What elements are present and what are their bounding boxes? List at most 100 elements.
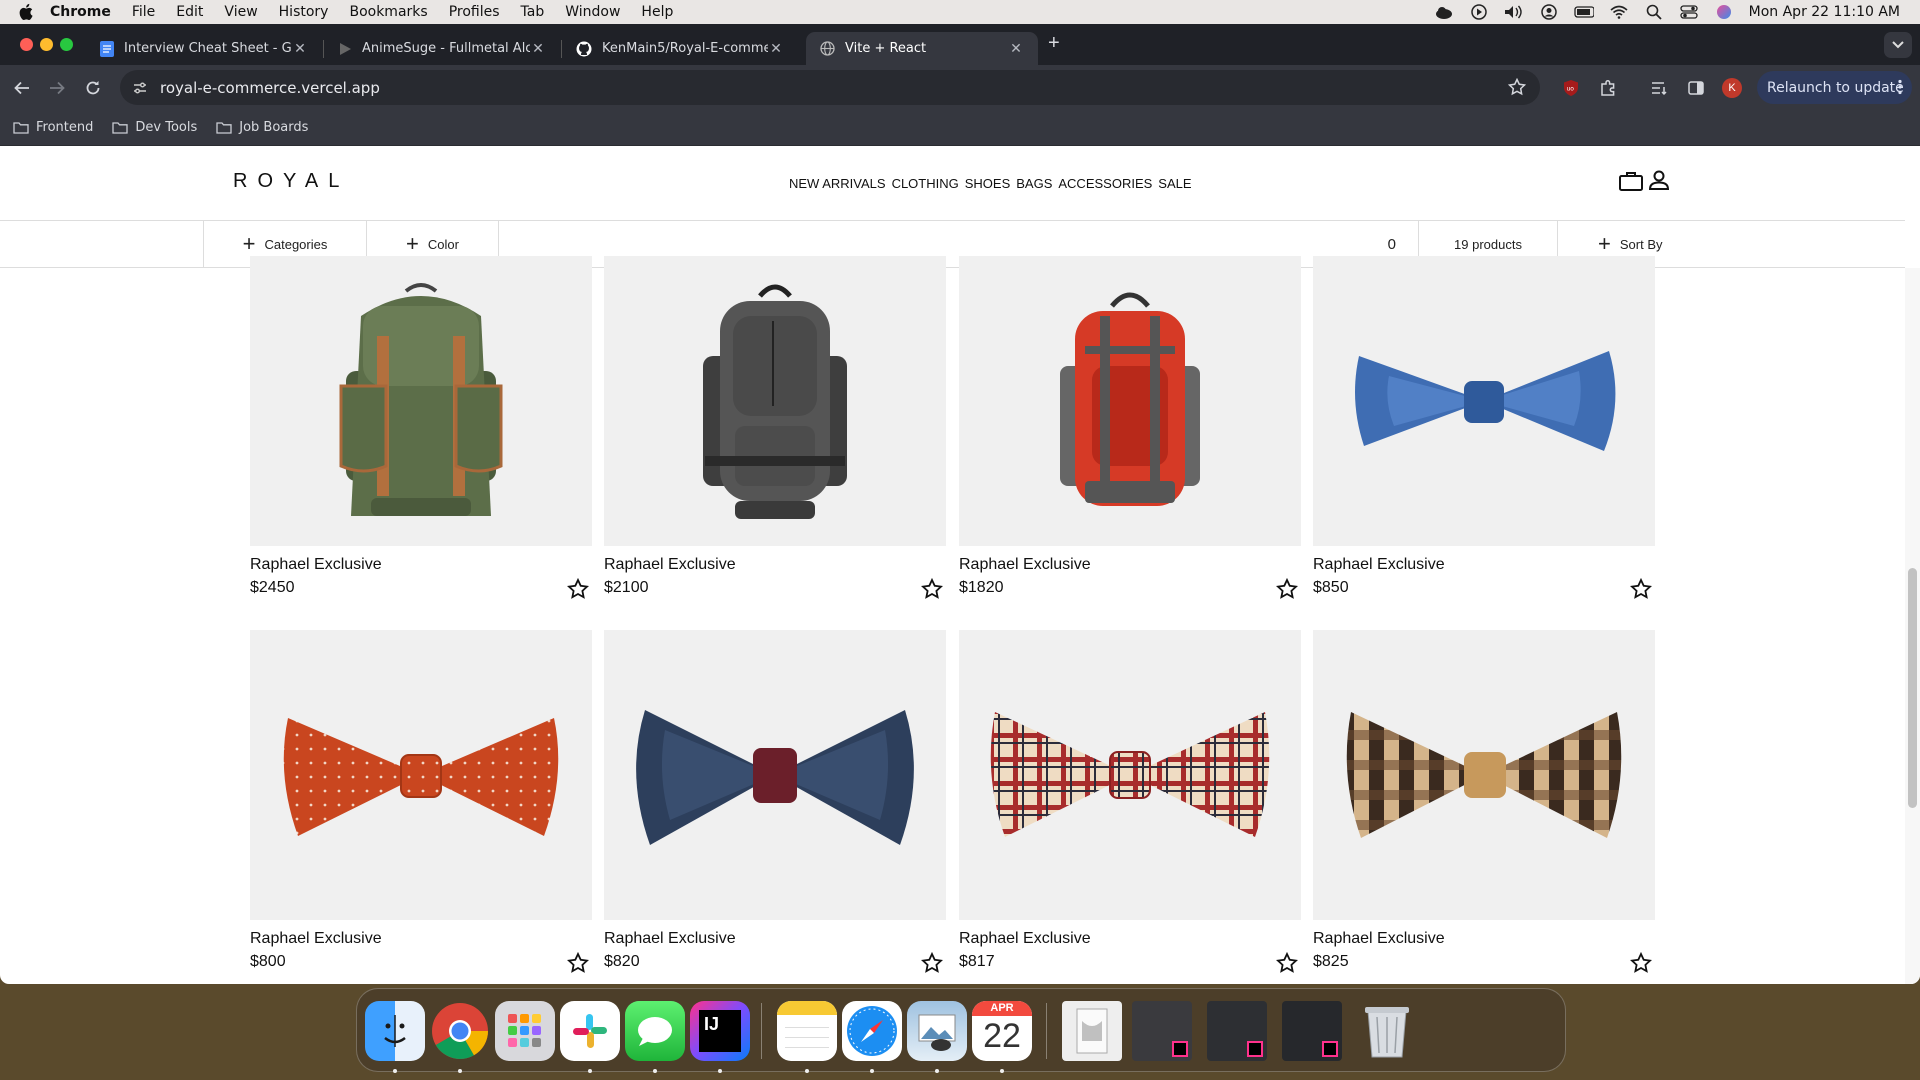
downloads-stack-icon[interactable]	[1062, 1001, 1122, 1061]
menu-window[interactable]: Window	[565, 4, 620, 20]
reload-icon[interactable]	[81, 76, 105, 100]
spotlight-search-icon[interactable]	[1644, 4, 1664, 20]
slack-icon[interactable]	[560, 1001, 620, 1061]
nav-bags[interactable]: BAGS	[1016, 176, 1052, 191]
window-minimize-button[interactable]	[40, 38, 53, 51]
volume-icon[interactable]	[1504, 4, 1524, 20]
favorite-star-icon[interactable]	[1629, 577, 1653, 600]
browser-tab-animesuge[interactable]: AnimeSuge - Fullmetal Alche ✕	[324, 32, 560, 65]
messages-icon[interactable]	[625, 1001, 685, 1061]
menu-app-name[interactable]: Chrome	[50, 4, 111, 20]
apple-logo-icon[interactable]	[18, 3, 40, 21]
siri-icon[interactable]	[1714, 4, 1734, 20]
product-image-red-backpack[interactable]	[959, 256, 1301, 546]
shopping-bag-icon[interactable]	[1618, 168, 1644, 194]
cloud-status-icon[interactable]	[1434, 4, 1454, 20]
product-image-orange-dotted-bowtie[interactable]	[250, 630, 592, 920]
calendar-icon[interactable]: APR 22	[972, 1001, 1032, 1061]
product-card[interactable]: Raphael Exclusive $825	[1313, 630, 1655, 973]
minimized-window-thumbnail[interactable]	[1132, 1001, 1192, 1061]
favorite-star-icon[interactable]	[1629, 951, 1653, 974]
media-play-icon[interactable]	[1469, 4, 1489, 20]
menu-profiles[interactable]: Profiles	[449, 4, 500, 20]
product-image-green-backpack[interactable]	[250, 256, 592, 546]
menu-history[interactable]: History	[279, 4, 329, 20]
user-account-icon[interactable]	[1647, 168, 1673, 194]
battery-icon[interactable]	[1573, 4, 1594, 20]
profile-avatar[interactable]: K	[1720, 76, 1744, 100]
tab-close-icon[interactable]: ✕	[292, 41, 308, 57]
tab-search-chevron-icon[interactable]	[1884, 32, 1912, 58]
nav-new-arrivals[interactable]: NEW ARRIVALS	[789, 176, 886, 191]
menu-file[interactable]: File	[132, 4, 155, 20]
menu-tab[interactable]: Tab	[521, 4, 545, 20]
notes-icon[interactable]	[777, 1001, 837, 1061]
product-name[interactable]: Raphael Exclusive	[604, 930, 736, 948]
window-close-button[interactable]	[20, 38, 33, 51]
tab-close-icon[interactable]: ✕	[768, 41, 784, 57]
nav-accessories[interactable]: ACCESSORIES	[1058, 176, 1152, 191]
launchpad-icon[interactable]	[495, 1001, 555, 1061]
back-arrow-icon[interactable]	[10, 76, 34, 100]
favorite-star-icon[interactable]	[920, 951, 944, 974]
scrollbar-thumb[interactable]	[1908, 568, 1917, 808]
product-image-gray-backpack[interactable]	[604, 256, 946, 546]
wifi-icon[interactable]	[1609, 4, 1629, 20]
product-name[interactable]: Raphael Exclusive	[959, 930, 1091, 948]
favorite-star-icon[interactable]	[566, 951, 590, 974]
browser-tab-vite-react[interactable]: Vite + React ✕	[806, 32, 1038, 65]
chrome-icon[interactable]	[430, 1001, 490, 1061]
product-name[interactable]: Raphael Exclusive	[959, 556, 1091, 574]
relaunch-to-update-button[interactable]: Relaunch to update	[1757, 71, 1912, 104]
menu-view[interactable]: View	[224, 4, 257, 20]
product-name[interactable]: Raphael Exclusive	[250, 556, 382, 574]
product-image-denim-bowtie[interactable]	[604, 630, 946, 920]
menu-help[interactable]: Help	[641, 4, 673, 20]
preview-icon[interactable]	[907, 1001, 967, 1061]
reading-list-icon[interactable]	[1648, 76, 1672, 100]
intellij-idea-icon[interactable]: IJ	[690, 1001, 750, 1061]
url-text[interactable]: royal-e-commerce.vercel.app	[160, 79, 380, 97]
favorite-star-icon[interactable]	[566, 577, 590, 600]
window-zoom-button[interactable]	[60, 38, 73, 51]
product-image-blue-bowtie[interactable]	[1313, 256, 1655, 546]
site-logo[interactable]: ROYAL	[233, 170, 349, 193]
user-account-icon[interactable]	[1539, 4, 1559, 20]
bookmark-folder-job-boards[interactable]: Job Boards	[216, 120, 308, 135]
bookmark-star-icon[interactable]	[1507, 77, 1527, 100]
nav-sale[interactable]: SALE	[1158, 176, 1191, 191]
finder-icon[interactable]	[365, 1001, 425, 1061]
minimized-window-thumbnail[interactable]	[1207, 1001, 1267, 1061]
new-tab-plus-icon[interactable]: +	[1048, 33, 1068, 53]
side-panel-icon[interactable]	[1684, 76, 1708, 100]
product-card[interactable]: Raphael Exclusive $2450	[250, 256, 592, 599]
product-card[interactable]: Raphael Exclusive $850	[1313, 256, 1655, 599]
nav-shoes[interactable]: SHOES	[965, 176, 1011, 191]
product-card[interactable]: Raphael Exclusive $817	[959, 630, 1301, 973]
minimized-window-thumbnail[interactable]	[1282, 1001, 1342, 1061]
product-card[interactable]: Raphael Exclusive $1820	[959, 256, 1301, 599]
safari-icon[interactable]	[842, 1001, 902, 1061]
nav-clothing[interactable]: CLOTHING	[892, 176, 959, 191]
bookmark-folder-frontend[interactable]: Frontend	[13, 120, 93, 135]
forward-arrow-icon[interactable]	[45, 76, 69, 100]
product-image-striped-bowtie[interactable]	[1313, 630, 1655, 920]
page-scrollbar[interactable]	[1905, 268, 1920, 984]
favorite-star-icon[interactable]	[1275, 577, 1299, 600]
site-info-icon[interactable]	[132, 81, 148, 95]
tab-close-icon[interactable]: ✕	[1008, 41, 1024, 57]
tab-close-icon[interactable]: ✕	[530, 41, 546, 57]
product-card[interactable]: Raphael Exclusive $820	[604, 630, 946, 973]
browser-tab-github[interactable]: KenMain5/Royal-E-commerce ✕	[562, 32, 798, 65]
menu-bookmarks[interactable]: Bookmarks	[349, 4, 427, 20]
product-name[interactable]: Raphael Exclusive	[1313, 930, 1445, 948]
favorite-star-icon[interactable]	[920, 577, 944, 600]
product-name[interactable]: Raphael Exclusive	[604, 556, 736, 574]
favorite-star-icon[interactable]	[1275, 951, 1299, 974]
ublock-extension-icon[interactable]: uo	[1559, 76, 1583, 100]
bookmark-folder-dev-tools[interactable]: Dev Tools	[112, 120, 197, 135]
menubar-clock[interactable]: Mon Apr 22 11:10 AM	[1749, 4, 1900, 20]
product-name[interactable]: Raphael Exclusive	[1313, 556, 1445, 574]
trash-icon[interactable]	[1357, 1001, 1417, 1061]
browser-tab-interview-cheat-sheet[interactable]: Interview Cheat Sheet - Goog ✕	[86, 32, 322, 65]
